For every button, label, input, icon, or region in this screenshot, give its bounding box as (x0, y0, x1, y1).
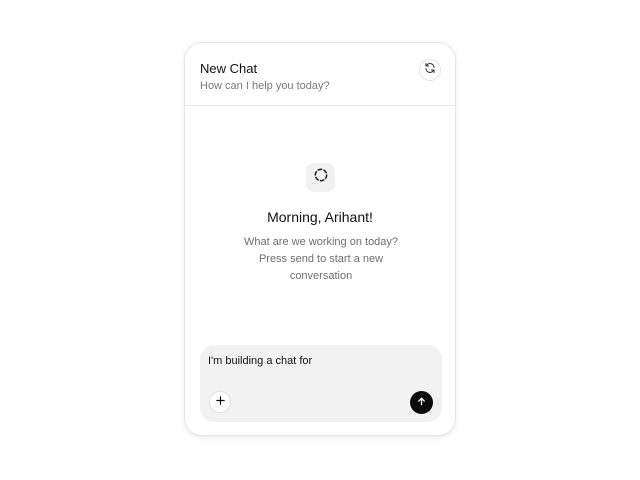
empty-state-icon-container (306, 163, 335, 192)
send-button[interactable] (410, 391, 433, 414)
add-attachment-button[interactable] (209, 391, 231, 413)
message-composer[interactable]: I'm building a chat for (200, 345, 442, 422)
dashed-circle-icon (313, 167, 329, 188)
chat-title: New Chat (200, 61, 258, 76)
arrow-up-icon (416, 394, 427, 412)
greeting-heading: Morning, Arihant! (267, 209, 373, 225)
empty-state-description: What are we working on today? Press send… (243, 236, 399, 282)
chat-header: New Chat How can I help you today? (185, 43, 455, 106)
message-input[interactable]: I'm building a chat for (208, 355, 312, 367)
refresh-icon (424, 61, 436, 79)
refresh-button[interactable] (419, 59, 441, 81)
plus-icon (215, 393, 226, 411)
chat-card: New Chat How can I help you today? Morni… (184, 42, 456, 436)
chat-subtitle: How can I help you today? (200, 80, 330, 92)
